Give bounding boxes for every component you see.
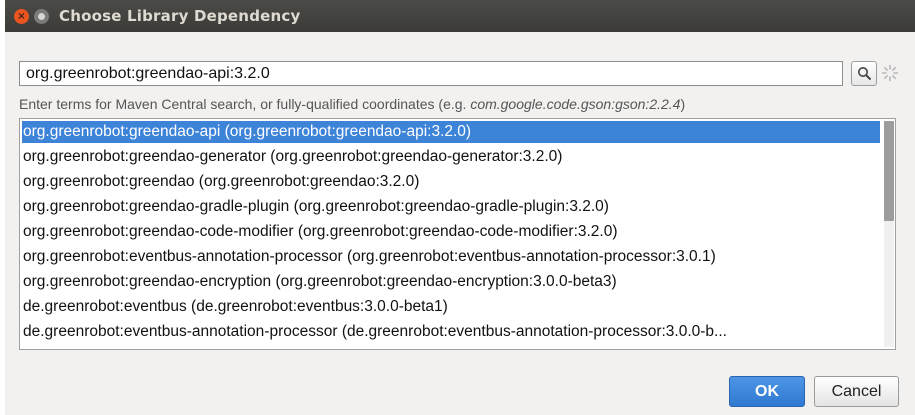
results-list[interactable]: org.greenrobot:greendao-api (org.greenro…	[19, 118, 896, 350]
list-item[interactable]: org.greenrobot:greendao-api (org.greenro…	[22, 121, 880, 143]
close-icon[interactable]: ×	[14, 9, 29, 24]
list-item[interactable]: org.greenrobot:greendao-gradle-plugin (o…	[22, 196, 880, 218]
hint-suffix: )	[680, 96, 686, 112]
search-icon	[858, 67, 872, 81]
list-item[interactable]: de.greenrobot:eventbus (de.greenrobot:ev…	[22, 296, 880, 318]
search-button[interactable]	[851, 61, 877, 86]
hint-example: com.google.code.gson:gson:2.2.4	[470, 96, 681, 112]
dialog-title: Choose Library Dependency	[59, 7, 301, 25]
hint-prefix: Enter terms for Maven Central search, or…	[19, 96, 471, 112]
ok-button[interactable]: OK	[729, 376, 805, 407]
list-item[interactable]: org.greenrobot:eventbus-annotation-proce…	[22, 246, 880, 268]
list-item[interactable]: de.greenrobot:eventbus-annotation-proces…	[22, 321, 880, 343]
title-bar[interactable]: × Choose Library Dependency	[5, 0, 915, 32]
list-item[interactable]: org.greenrobot:greendao-code-modifier (o…	[22, 221, 880, 243]
list-item[interactable]: org.greenrobot:greendao-encryption (org.…	[22, 271, 880, 293]
minimize-icon[interactable]	[34, 9, 49, 24]
list-item[interactable]: org.greenrobot:greendao (org.greenrobot:…	[22, 171, 880, 193]
list-item[interactable]: org.greenrobot:greendao-generator (org.g…	[22, 146, 880, 168]
search-input[interactable]	[19, 61, 843, 86]
scrollbar-thumb[interactable]	[884, 121, 894, 221]
cancel-button[interactable]: Cancel	[814, 376, 899, 407]
search-hint: Enter terms for Maven Central search, or…	[19, 96, 685, 112]
spinner-icon	[881, 64, 899, 82]
